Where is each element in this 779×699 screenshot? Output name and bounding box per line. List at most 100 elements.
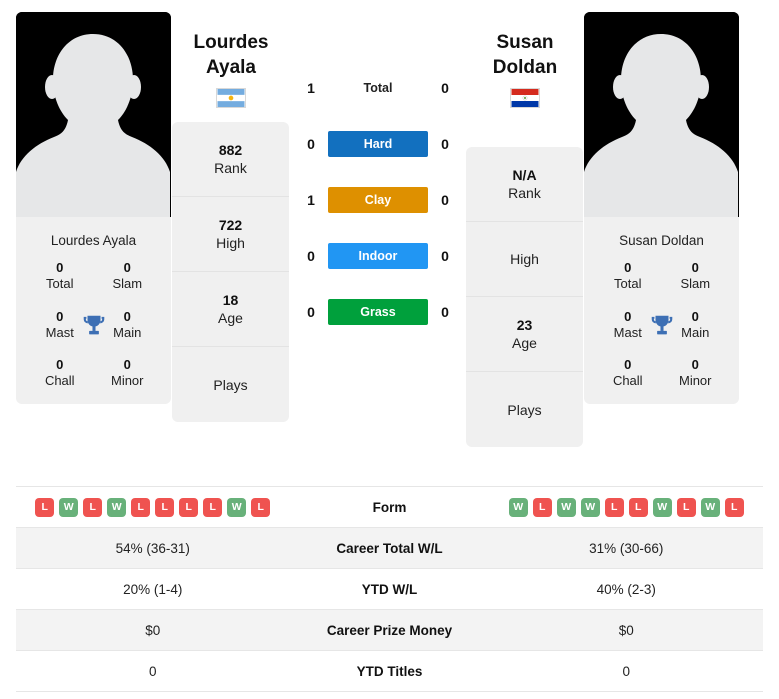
form-badge-loss: L	[628, 497, 648, 517]
trophy-value: 0	[56, 260, 64, 275]
trophy-label: Total	[614, 276, 642, 292]
trophy-label: Total	[46, 276, 74, 292]
comparison-header: Lourdes Ayala 0 Total 0 Slam 0 Mast 0 Ma…	[0, 0, 779, 448]
form-badge-loss: L	[131, 497, 151, 517]
table-row: 54% (36-31) Career Total W/L 31% (30-66)	[16, 528, 763, 569]
row-label: Career Total W/L	[336, 540, 443, 556]
player-name-left: Lourdes Ayala	[172, 12, 290, 109]
form-badge-win: W	[227, 497, 247, 517]
trophy-grid-left: 0 Total 0 Slam 0 Mast 0 Main 0 Chall 0 M…	[16, 260, 171, 390]
form-badges-left: LWLWLLLLWL	[16, 497, 290, 517]
h2h-label: Total	[363, 81, 393, 95]
row-value-left: $0	[145, 622, 161, 638]
form-badge-win: W	[700, 497, 720, 517]
form-badges-right: WLWWLLWLWL	[490, 497, 764, 517]
flag-paraguay-icon	[510, 88, 540, 109]
rank-label: Age	[218, 310, 243, 327]
trophy-value: 0	[56, 357, 64, 372]
trophy-icon	[651, 315, 672, 335]
h2h-right-score: 0	[441, 192, 449, 208]
rank-label: Age	[512, 335, 537, 352]
player-summary-left: Lourdes Ayala 882 Rank 722 High 18 Age P…	[172, 12, 290, 447]
rank-label: Rank	[214, 160, 247, 177]
h2h-left-score: 1	[307, 192, 315, 208]
rank-value: 722	[218, 216, 243, 233]
trophy-value: 0	[624, 260, 632, 275]
player-name-caption-left: Lourdes Ayala	[50, 233, 137, 248]
trophy-label: Slam	[680, 276, 711, 292]
form-badge-win: W	[652, 497, 672, 517]
form-badge-win: W	[508, 497, 528, 517]
rank-value: 23	[516, 316, 533, 333]
trophy-value: 0	[123, 357, 131, 372]
rank-cell: 18 Age	[172, 272, 289, 348]
trophy-grid-right: 0 Total 0 Slam 0 Mast 0 Main 0 Chall 0 M…	[584, 260, 739, 390]
rank-cell: Plays	[172, 347, 289, 422]
comparison-stats-table: LWLWLLLLWL Form WLWWLLWLWL 54% (36-31) C…	[16, 486, 763, 692]
trophy-label: Slam	[112, 276, 143, 292]
rank-cell: N/A Rank	[466, 147, 583, 223]
form-badge-loss: L	[604, 497, 624, 517]
rank-cell: Plays	[466, 372, 583, 447]
form-badge-win: W	[59, 497, 79, 517]
trophy-value: 0	[691, 260, 699, 275]
h2h-left-score: 0	[307, 304, 315, 320]
trophy-icon	[83, 315, 104, 335]
rank-label: High	[510, 251, 539, 268]
rank-cell: 722 High	[172, 197, 289, 273]
avatar	[584, 12, 739, 217]
row-label: Career Prize Money	[326, 622, 453, 638]
row-label: YTD Titles	[356, 663, 423, 679]
form-badge-loss: L	[83, 497, 103, 517]
trophy-value: 0	[691, 357, 699, 372]
surface-button-indoor[interactable]: Indoor	[328, 243, 428, 269]
row-value-right: 0	[622, 663, 630, 679]
h2h-left-score: 0	[307, 136, 315, 152]
player-avatar-placeholder-icon	[584, 12, 739, 217]
trophy-label: Chall	[44, 373, 75, 389]
form-badge-loss: L	[179, 497, 199, 517]
player-summary-right: Susan Doldan N/A Rank High 23 Age Plays	[466, 12, 584, 448]
form-badge-loss: L	[155, 497, 175, 517]
surface-button-hard[interactable]: Hard	[328, 131, 428, 157]
rank-label: Rank	[508, 185, 541, 202]
rank-cell: High	[466, 222, 583, 298]
trophy-label: Minor	[678, 373, 712, 389]
form-strip-left: LWLWLLLLWL	[16, 497, 290, 517]
h2h-right-score: 0	[441, 248, 449, 264]
h2h-row-total: 1 Total 0	[290, 60, 466, 116]
player-comparison-page: Lourdes Ayala 0 Total 0 Slam 0 Mast 0 Ma…	[0, 0, 779, 699]
row-value-right: 31% (30-66)	[589, 540, 664, 556]
table-row: $0 Career Prize Money $0	[16, 610, 763, 651]
h2h-row-hard: 0 Hard 0	[290, 116, 466, 172]
head-to-head-column: 1 Total 0 0 Hard 0 1 Clay 0 0 Indoor 0 0…	[290, 12, 466, 447]
rank-label: High	[216, 235, 245, 252]
player-name-right: Susan Doldan	[466, 12, 584, 109]
form-strip-right: WLWWLLWLWL	[490, 497, 764, 517]
h2h-label-wrap: Indoor	[328, 243, 428, 269]
trophy-value: 0	[123, 260, 131, 275]
form-badge-win: W	[580, 497, 600, 517]
player-avatar-placeholder-icon	[16, 12, 171, 217]
form-badge-win: W	[556, 497, 576, 517]
surface-button-clay[interactable]: Clay	[328, 187, 428, 213]
trophy-stat: 0 Chall	[26, 357, 94, 390]
trophy-stat: 0 Minor	[94, 357, 162, 390]
row-value-left: 0	[148, 663, 157, 679]
player-card-right: Susan Doldan 0 Total 0 Slam 0 Mast 0 Mai…	[584, 12, 740, 447]
h2h-row-indoor: 0 Indoor 0	[290, 228, 466, 284]
h2h-left-score: 1	[307, 80, 315, 96]
trophy-stat: 0 Total	[594, 260, 662, 293]
h2h-label-wrap: Clay	[328, 187, 428, 213]
trophy-stat: 0 Slam	[662, 260, 730, 293]
flag-argentina-icon	[216, 88, 246, 109]
h2h-label-wrap: Hard	[328, 131, 428, 157]
row-label: YTD W/L	[361, 581, 418, 597]
rank-value: 18	[222, 291, 239, 308]
h2h-label-wrap: Total	[328, 79, 428, 97]
form-badge-loss: L	[724, 497, 744, 517]
surface-button-grass[interactable]: Grass	[328, 299, 428, 325]
player-trophy-panel-left: Lourdes Ayala 0 Total 0 Slam 0 Mast 0 Ma…	[16, 217, 171, 404]
form-badge-win: W	[107, 497, 127, 517]
trophy-label: Chall	[612, 373, 643, 389]
